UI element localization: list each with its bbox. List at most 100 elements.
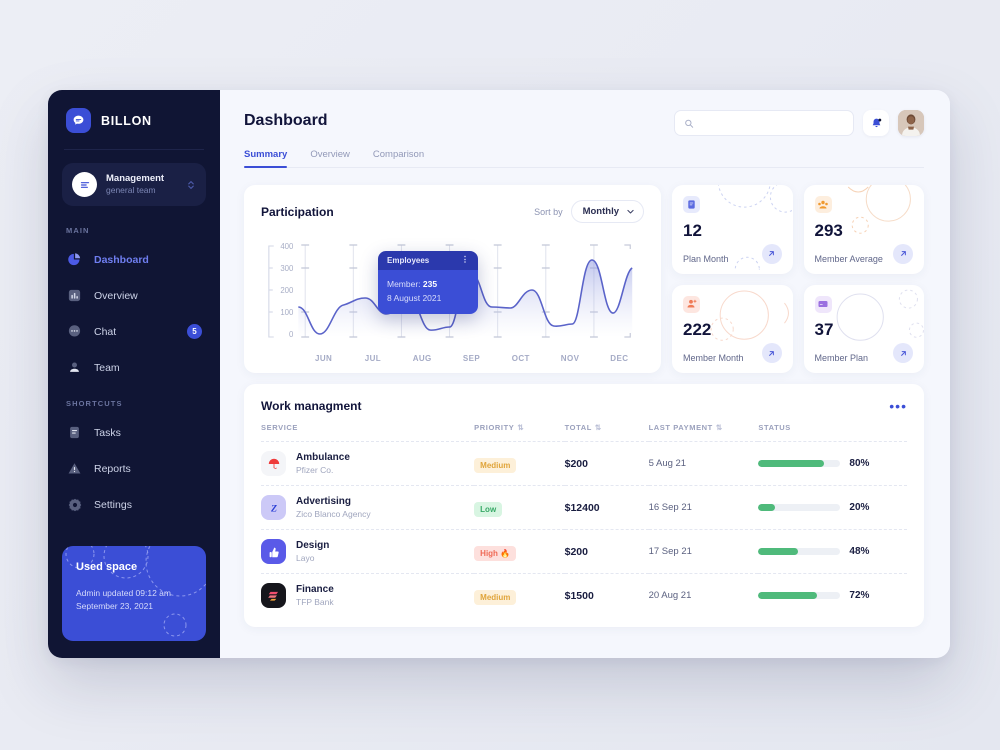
stat-card-member-month[interactable]: 222 Member Month — [672, 284, 793, 373]
cell-total: $1500 — [564, 573, 649, 617]
team-selector[interactable]: Management general team — [62, 163, 206, 206]
cell-total: $200 — [564, 441, 649, 486]
brand-name: BILLON — [101, 113, 152, 128]
work-management-card: Work managment ••• SERVICE PRIORITY ⇅ TOT… — [244, 384, 924, 627]
tab-summary[interactable]: Summary — [244, 149, 288, 168]
used-space-card: Used space Admin updated 09:12 am Septem… — [62, 546, 206, 641]
priority-badge: Medium — [474, 589, 517, 605]
progress-percent: 80% — [849, 458, 870, 469]
table-row[interactable]: Design Layo High 🔥 $200 17 Sep 21 48% — [261, 529, 907, 574]
cell-total: $200 — [564, 529, 649, 574]
user-avatar[interactable] — [898, 110, 924, 136]
chart-title: Participation — [261, 204, 334, 219]
column-total[interactable]: TOTAL ⇅ — [565, 423, 649, 442]
sidebar-label: Tasks — [94, 426, 121, 439]
sort-select[interactable]: Monthly — [570, 200, 644, 223]
brand[interactable]: BILLON — [62, 90, 206, 149]
sidebar-item-tasks[interactable]: Tasks — [62, 417, 206, 448]
used-space-line1: Admin updated 09:12 am — [76, 588, 171, 598]
chat-badge: 5 — [187, 324, 202, 339]
sort-icon: ⇅ — [715, 423, 723, 432]
stat-label: Plan Month — [683, 253, 729, 264]
stat-value: 222 — [683, 320, 712, 339]
progress-percent: 20% — [849, 502, 870, 513]
chart-plot-area: 400 300 200 100 0 Employees ⋮ Member: 23… — [261, 235, 644, 353]
progress-percent: 48% — [849, 546, 870, 557]
cell-priority: High 🔥 — [474, 529, 565, 574]
progress-track — [758, 460, 841, 467]
chat-dots-icon — [66, 323, 83, 340]
chat-bubble-icon — [66, 108, 91, 133]
x-tick: OCT — [511, 354, 530, 363]
tab-comparison[interactable]: Comparison — [373, 149, 424, 167]
notifications-button[interactable] — [863, 110, 889, 136]
letter-z-icon: Z — [261, 495, 286, 520]
stat-label: Member Month — [683, 353, 744, 363]
stat-card-member-plan[interactable]: 37 Member Plan — [803, 284, 924, 373]
avatar-image — [898, 110, 924, 136]
person-icon — [66, 359, 83, 376]
search-box[interactable] — [674, 110, 854, 136]
cell-service: Z Advertising Zico Blanco Agency — [261, 485, 475, 530]
sidebar-item-dashboard[interactable]: Dashboard — [62, 244, 206, 275]
arrow-up-right-icon[interactable] — [761, 243, 782, 264]
top-row: Participation Sort by Monthly 400 300 20… — [244, 185, 924, 373]
service-company: TFP Bank — [296, 596, 334, 607]
table-row[interactable]: Finance TFP Bank Medium $1500 20 Aug 21 — [261, 573, 907, 617]
sidebar-label: Settings — [94, 498, 132, 511]
arrow-up-right-icon[interactable] — [893, 243, 913, 264]
search-input[interactable] — [699, 117, 844, 129]
bar-chart-icon — [66, 287, 83, 304]
table-row[interactable]: Ambulance Pfizer Co. Medium $200 5 Aug 2… — [261, 441, 907, 486]
document-stat-icon — [683, 196, 700, 213]
table-title: Work managment — [261, 399, 362, 413]
tab-overview[interactable]: Overview — [310, 149, 350, 167]
tooltip-member: Member: 235 — [387, 277, 469, 291]
cell-service: Finance TFP Bank — [261, 573, 475, 617]
cell-last-payment: 16 Sep 21 — [648, 485, 759, 530]
top-bar: Dashboard — [244, 110, 924, 136]
work-table: SERVICE PRIORITY ⇅ TOTAL ⇅ LAST PAYMENT ⇅ S… — [261, 423, 907, 617]
svg-text:300: 300 — [280, 264, 294, 273]
cell-service: Design Layo — [261, 529, 475, 574]
sidebar-item-reports[interactable]: Reports — [62, 453, 206, 484]
arrow-up-right-icon[interactable] — [761, 343, 782, 363]
sidebar-item-overview[interactable]: Overview — [62, 280, 206, 311]
priority-badge: High 🔥 — [474, 545, 517, 561]
svg-text:100: 100 — [280, 308, 294, 317]
progress-fill — [758, 548, 798, 555]
card-stat-icon — [814, 295, 832, 313]
team-name: Management — [106, 173, 165, 185]
column-last-payment[interactable]: LAST PAYMENT ⇅ — [649, 423, 759, 442]
sidebar-label: Dashboard — [94, 253, 149, 266]
table-header-row: SERVICE PRIORITY ⇅ TOTAL ⇅ LAST PAYMENT ⇅ S… — [261, 423, 907, 442]
priority-badge: Low — [474, 501, 503, 517]
x-tick: AUG — [412, 354, 432, 363]
arrow-up-right-icon[interactable] — [893, 343, 913, 363]
svg-text:200: 200 — [280, 286, 294, 295]
chart-tooltip: Employees ⋮ Member: 235 8 August 2021 — [378, 251, 478, 315]
progress-percent: 72% — [849, 590, 870, 601]
progress-track — [758, 548, 841, 555]
used-space-line2: September 23, 2021 — [76, 601, 154, 612]
service-company: Layo — [296, 552, 315, 563]
progress-track — [758, 592, 841, 599]
cell-last-payment: 17 Sep 21 — [648, 529, 759, 574]
table-row[interactable]: Z Advertising Zico Blanco Agency Low $12… — [261, 485, 907, 530]
cell-priority: Low — [474, 485, 565, 530]
stat-card-member-average[interactable]: 293 Member Average — [803, 185, 924, 274]
cell-last-payment: 5 Aug 21 — [648, 441, 759, 486]
cell-last-payment: 20 Aug 21 — [648, 573, 759, 617]
column-priority[interactable]: PRIORITY ⇅ — [474, 423, 564, 442]
x-tick: NOV — [560, 354, 580, 363]
app-window: BILLON Management general team MAIN Dash… — [48, 90, 950, 658]
horizontal-dots-icon[interactable]: ••• — [889, 399, 907, 413]
stat-value: 37 — [814, 320, 834, 339]
stat-card-plan-month[interactable]: 12 Plan Month — [672, 185, 793, 274]
tooltip-date: 8 August 2021 — [387, 293, 442, 304]
sidebar-item-chat[interactable]: Chat 5 — [62, 316, 206, 347]
sidebar-item-settings[interactable]: Settings — [62, 489, 206, 520]
vertical-dots-icon[interactable]: ⋮ — [461, 256, 469, 264]
stat-value: 12 — [683, 220, 702, 240]
sidebar-item-team[interactable]: Team — [62, 352, 206, 383]
